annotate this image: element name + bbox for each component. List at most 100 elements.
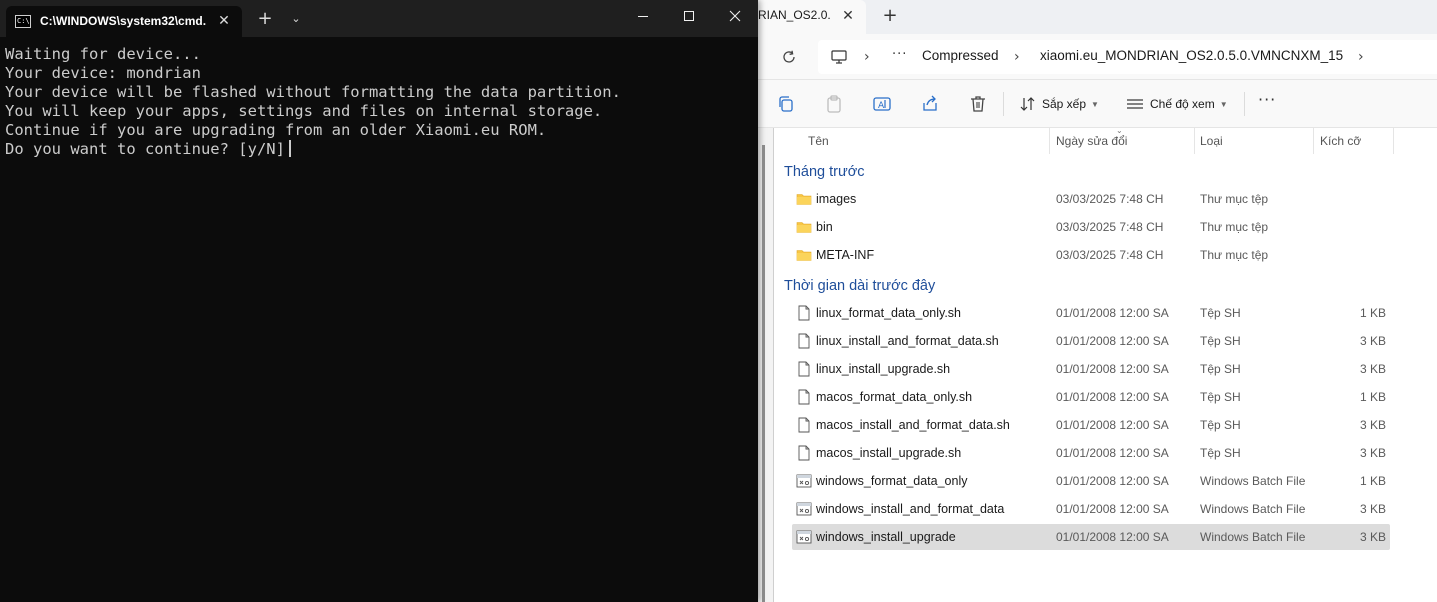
batch-file-icon xyxy=(796,501,812,517)
more-icon[interactable]: ··· xyxy=(892,47,907,62)
chevron-right-icon[interactable]: › xyxy=(864,48,870,66)
file-size: 3 KB xyxy=(1359,362,1386,376)
explorer-tab[interactable]: RIAN_OS2.0. ✕ xyxy=(758,0,866,34)
more-options-icon[interactable]: ··· xyxy=(1258,90,1276,109)
close-window-icon xyxy=(729,10,741,22)
file-size: 3 KB xyxy=(1359,502,1386,516)
file-row[interactable]: macos_install_and_format_data.sh 01/01/20… xyxy=(792,412,1390,438)
file-date: 01/01/2008 12:00 SA xyxy=(1056,530,1169,544)
column-divider[interactable] xyxy=(1194,128,1195,154)
file-date: 01/01/2008 12:00 SA xyxy=(1056,362,1169,376)
file-date: 03/03/2025 7:48 CH xyxy=(1056,248,1164,262)
file-row[interactable]: windows_format_data_only 01/01/2008 12:00… xyxy=(792,468,1390,494)
paste-icon[interactable] xyxy=(824,94,844,114)
window-close-button[interactable] xyxy=(712,0,758,34)
console-line: Continue if you are upgrading from an ol… xyxy=(5,121,547,140)
file-row[interactable]: linux_install_and_format_data.sh 01/01/20… xyxy=(792,328,1390,354)
file-name: macos_install_and_format_data.sh xyxy=(816,418,1010,432)
close-icon[interactable]: ✕ xyxy=(838,6,858,26)
file-row[interactable]: linux_format_data_only.sh 01/01/2008 12:0… xyxy=(792,300,1390,326)
file-date: 01/01/2008 12:00 SA xyxy=(1056,390,1169,404)
explorer-tab-title: RIAN_OS2.0. xyxy=(758,8,831,22)
chevron-down-icon[interactable]: ⌄ xyxy=(286,8,306,30)
file-icon xyxy=(796,445,812,461)
file-type: Tệp SH xyxy=(1200,446,1241,460)
column-divider[interactable] xyxy=(1313,128,1314,154)
file-date: 03/03/2025 7:48 CH xyxy=(1056,220,1164,234)
file-type: Windows Batch File xyxy=(1200,474,1306,488)
address-box[interactable]: › ··· Compressed › xiaomi.eu_MONDRIAN_OS… xyxy=(818,40,1437,74)
file-type: Thư mục tệp xyxy=(1200,192,1269,206)
file-size: 3 KB xyxy=(1359,418,1386,432)
sort-button[interactable]: Sắp xếp ▼ xyxy=(1020,94,1099,114)
close-icon[interactable]: ✕ xyxy=(214,11,234,31)
file-type: Windows Batch File xyxy=(1200,502,1306,516)
file-name: bin xyxy=(816,220,833,234)
column-header-date[interactable]: Ngày sửa đổi xyxy=(1056,134,1127,148)
chevron-right-icon[interactable]: › xyxy=(1358,48,1364,66)
file-type: Windows Batch File xyxy=(1200,530,1306,544)
file-type: Tệp SH xyxy=(1200,334,1241,348)
file-row[interactable]: macos_install_upgrade.sh 01/01/2008 12:00… xyxy=(792,440,1390,466)
column-header-row: Tên ⌄ Ngày sửa đổi Loại Kích cỡ xyxy=(758,126,1437,154)
breadcrumb-compressed[interactable]: Compressed xyxy=(922,48,999,63)
rename-icon[interactable]: A xyxy=(872,94,892,114)
file-name: linux_format_data_only.sh xyxy=(816,306,961,320)
file-name: linux_install_and_format_data.sh xyxy=(816,334,999,348)
chevron-down-icon: ▼ xyxy=(1219,99,1228,109)
cmd-tab[interactable]: C:\ C:\WINDOWS\system32\cmd. ✕ xyxy=(6,6,242,37)
file-icon xyxy=(796,361,812,377)
minimize-button[interactable] xyxy=(620,0,666,34)
breadcrumb-rom-folder[interactable]: xiaomi.eu_MONDRIAN_OS2.0.5.0.VMNCNXM_15 xyxy=(1040,48,1343,63)
column-divider[interactable] xyxy=(1393,128,1394,154)
column-header-size[interactable]: Kích cỡ xyxy=(1320,134,1361,148)
file-type: Thư mục tệp xyxy=(1200,248,1269,262)
file-date: 01/01/2008 12:00 SA xyxy=(1056,446,1169,460)
console-output[interactable]: Waiting for device... Your device: mondr… xyxy=(0,37,758,602)
maximize-icon xyxy=(684,11,694,21)
delete-icon[interactable] xyxy=(968,94,988,114)
column-header-type[interactable]: Loại xyxy=(1200,134,1223,148)
file-type: Tệp SH xyxy=(1200,418,1241,432)
copy-icon[interactable] xyxy=(776,94,796,114)
group-header[interactable]: ⌄Tháng trước xyxy=(762,161,865,183)
refresh-button[interactable] xyxy=(776,45,802,69)
svg-text:A: A xyxy=(878,101,885,111)
file-icon xyxy=(796,305,812,321)
column-divider[interactable] xyxy=(1049,128,1050,154)
chevron-right-icon[interactable]: › xyxy=(1014,48,1020,66)
new-tab-button[interactable]: + xyxy=(254,8,276,30)
file-row[interactable]: images 03/03/2025 7:48 CH Thư mục tệp xyxy=(792,186,1390,212)
file-type: Tệp SH xyxy=(1200,306,1241,320)
console-line: Waiting for device... xyxy=(5,45,201,63)
file-name: linux_install_upgrade.sh xyxy=(816,362,951,376)
file-size: 3 KB xyxy=(1359,530,1386,544)
file-row[interactable]: linux_install_upgrade.sh 01/01/2008 12:00… xyxy=(792,356,1390,382)
file-row[interactable]: META-INF 03/03/2025 7:48 CH Thư mục tệp xyxy=(792,242,1390,268)
file-size: 3 KB xyxy=(1359,334,1386,348)
group-header-title: Thời gian dài trước đây xyxy=(784,278,936,294)
console-line: Your device: mondrian xyxy=(5,64,201,83)
file-row[interactable]: bin 03/03/2025 7:48 CH Thư mục tệp xyxy=(792,214,1390,240)
file-row[interactable]: windows_install_and_format_data 01/01/200… xyxy=(792,496,1390,522)
folder-icon xyxy=(796,219,812,235)
file-date: 01/01/2008 12:00 SA xyxy=(1056,418,1169,432)
file-size: 1 KB xyxy=(1359,306,1386,320)
new-tab-button[interactable]: + xyxy=(878,5,902,29)
share-icon[interactable] xyxy=(920,94,940,114)
computer-icon xyxy=(831,50,847,64)
command-prompt-window: C:\ C:\WINDOWS\system32\cmd. ✕ + ⌄ Waiti… xyxy=(0,0,758,602)
view-button[interactable]: Chế độ xem ▼ xyxy=(1126,94,1228,114)
column-header-name[interactable]: Tên xyxy=(808,134,829,148)
group-header[interactable]: ⌄Thời gian dài trước đây xyxy=(762,275,936,297)
console-prompt-line[interactable]: Do you want to continue? [y/N] xyxy=(5,140,758,159)
navigation-pane-edge xyxy=(758,128,774,602)
maximize-button[interactable] xyxy=(666,0,712,34)
file-row[interactable]: macos_format_data_only.sh 01/01/2008 12:0… xyxy=(792,384,1390,410)
console-line: You will keep your apps, settings and fi… xyxy=(5,102,603,121)
file-row[interactable]: windows_install_upgrade 01/01/2008 12:00 … xyxy=(792,524,1390,550)
chevron-down-icon: ▼ xyxy=(1091,99,1099,109)
minimize-icon xyxy=(638,16,648,17)
scrollbar[interactable] xyxy=(762,145,765,602)
group-header-title: Tháng trước xyxy=(784,164,865,180)
